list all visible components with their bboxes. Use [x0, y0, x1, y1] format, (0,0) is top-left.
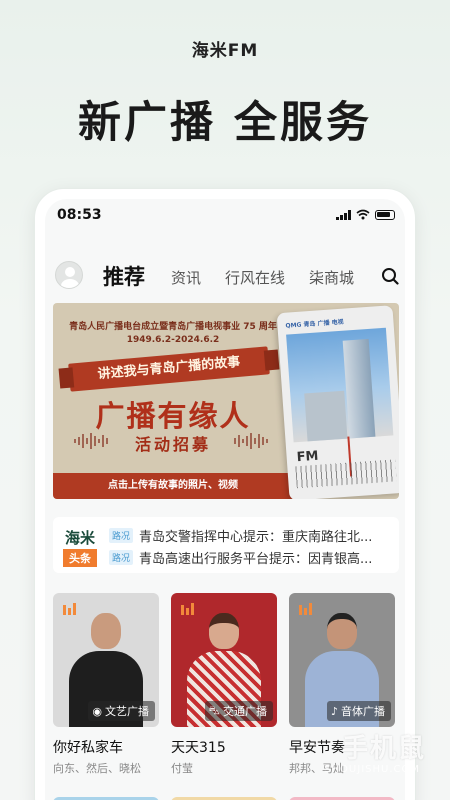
program-hosts: 向东、然后、晓松	[53, 762, 141, 775]
program-card[interactable]: ◉ 文艺广播 你好私家车 向东、然后、晓松	[53, 593, 159, 776]
user-avatar[interactable]	[55, 261, 83, 289]
banner-title: 广播有缘人	[95, 399, 251, 433]
car-icon: ⛍	[208, 703, 220, 717]
radio-icon: ◉	[92, 704, 102, 718]
promo-headline: 新广播 全服务	[78, 98, 372, 148]
audio-bars-icon	[299, 603, 312, 615]
status-bar: 08:53	[45, 199, 405, 231]
channel-label: ♪ 音体广播	[326, 701, 391, 721]
program-title: 天天315	[171, 740, 226, 756]
channel-label: ⛍ 交通广播	[204, 701, 273, 721]
tv-tower-photo	[286, 327, 394, 443]
host-photo	[91, 613, 121, 649]
radio-logos: QMG 青岛 广播 电视	[285, 318, 344, 330]
banner-anniversary: 青岛人民广播电台成立暨青岛广播电视事业 75 周年 1949.6.2-2024.…	[63, 321, 283, 347]
news-text: 青岛高速出行服务平台提示：因青银高...	[139, 551, 373, 567]
news-item[interactable]: 路况 青岛高速出行服务平台提示：因青银高...	[109, 547, 393, 567]
news-tag-top: 海米	[64, 529, 95, 547]
battery-icon	[375, 209, 395, 220]
program-card[interactable]: ⛍ 交通广播 天天315 付莹	[171, 593, 277, 776]
signal-icon	[336, 209, 351, 220]
news-item[interactable]: 路况 青岛交警指挥中心提示：重庆南路往北...	[109, 525, 393, 545]
app-screen: 08:53 推荐 资讯 行风在线 柒商城 青岛人民广播电台成立暨青岛广播电视事业…	[45, 199, 405, 800]
banner-subtitle: 活动招募	[134, 435, 211, 454]
tab-hangfeng-online[interactable]: 行风在线	[225, 267, 285, 288]
program-cover: ⛍ 交通广播	[171, 593, 277, 727]
banner-dates: 1949.6.2-2024.6.2	[126, 335, 220, 345]
program-title: 你好私家车	[53, 740, 123, 756]
program-hosts: 付莹	[171, 762, 193, 775]
program-cover: ♪ 音体广播	[289, 593, 395, 727]
watermark-logo: 手机鼠	[341, 734, 426, 764]
haimi-headline-tag: 海米 头条	[63, 527, 97, 567]
banner-ribbon: 讲述我与青岛广播的故事	[68, 346, 270, 392]
radio-fm-label: FM	[296, 448, 320, 466]
banner-anniversary-text: 青岛人民广播电台成立暨青岛广播电视事业 75 周年	[69, 322, 277, 332]
channel-name: 音体广播	[341, 705, 385, 718]
news-text: 青岛交警指挥中心提示：重庆南路往北...	[139, 529, 373, 545]
program-cover: ◉ 文艺广播	[53, 593, 159, 727]
banner-cta[interactable]: 点击上传有故事的照片、视频	[53, 473, 293, 499]
channel-name: 交通广播	[223, 705, 267, 718]
traffic-badge: 路况	[109, 549, 134, 565]
headline-news: 海米 头条 路况 青岛交警指挥中心提示：重庆南路往北... 路况 青岛高速出行服…	[53, 517, 399, 573]
audio-bars-icon	[63, 603, 76, 615]
radio-illustration: QMG 青岛 广播 电视 FM	[276, 305, 399, 499]
status-time: 08:53	[57, 207, 102, 223]
wifi-icon	[356, 209, 370, 220]
traffic-badge: 路况	[109, 527, 134, 543]
phone-mockup: 08:53 推荐 资讯 行风在线 柒商城 青岛人民广播电台成立暨青岛广播电视事业…	[34, 188, 416, 800]
channel-name: 文艺广播	[105, 705, 149, 718]
status-icons	[336, 209, 395, 220]
top-nav: 推荐 资讯 行风在线 柒商城	[45, 255, 405, 291]
event-banner[interactable]: 青岛人民广播电台成立暨青岛广播电视事业 75 周年 1949.6.2-2024.…	[53, 303, 399, 499]
search-icon[interactable]	[381, 267, 399, 285]
news-tag-bottom: 头条	[63, 549, 97, 567]
tab-recommend[interactable]: 推荐	[103, 261, 149, 291]
audio-bars-icon	[181, 603, 194, 615]
host-photo	[209, 613, 239, 649]
tab-news[interactable]: 资讯	[171, 267, 201, 288]
host-photo	[327, 613, 357, 649]
watermark-url: SHOUJISHU.COM	[324, 764, 420, 775]
channel-label: ◉ 文艺广播	[88, 701, 155, 721]
music-icon: ♪	[330, 704, 338, 718]
tab-mall[interactable]: 柒商城	[309, 267, 354, 288]
app-logo: 海米FM	[191, 41, 259, 61]
